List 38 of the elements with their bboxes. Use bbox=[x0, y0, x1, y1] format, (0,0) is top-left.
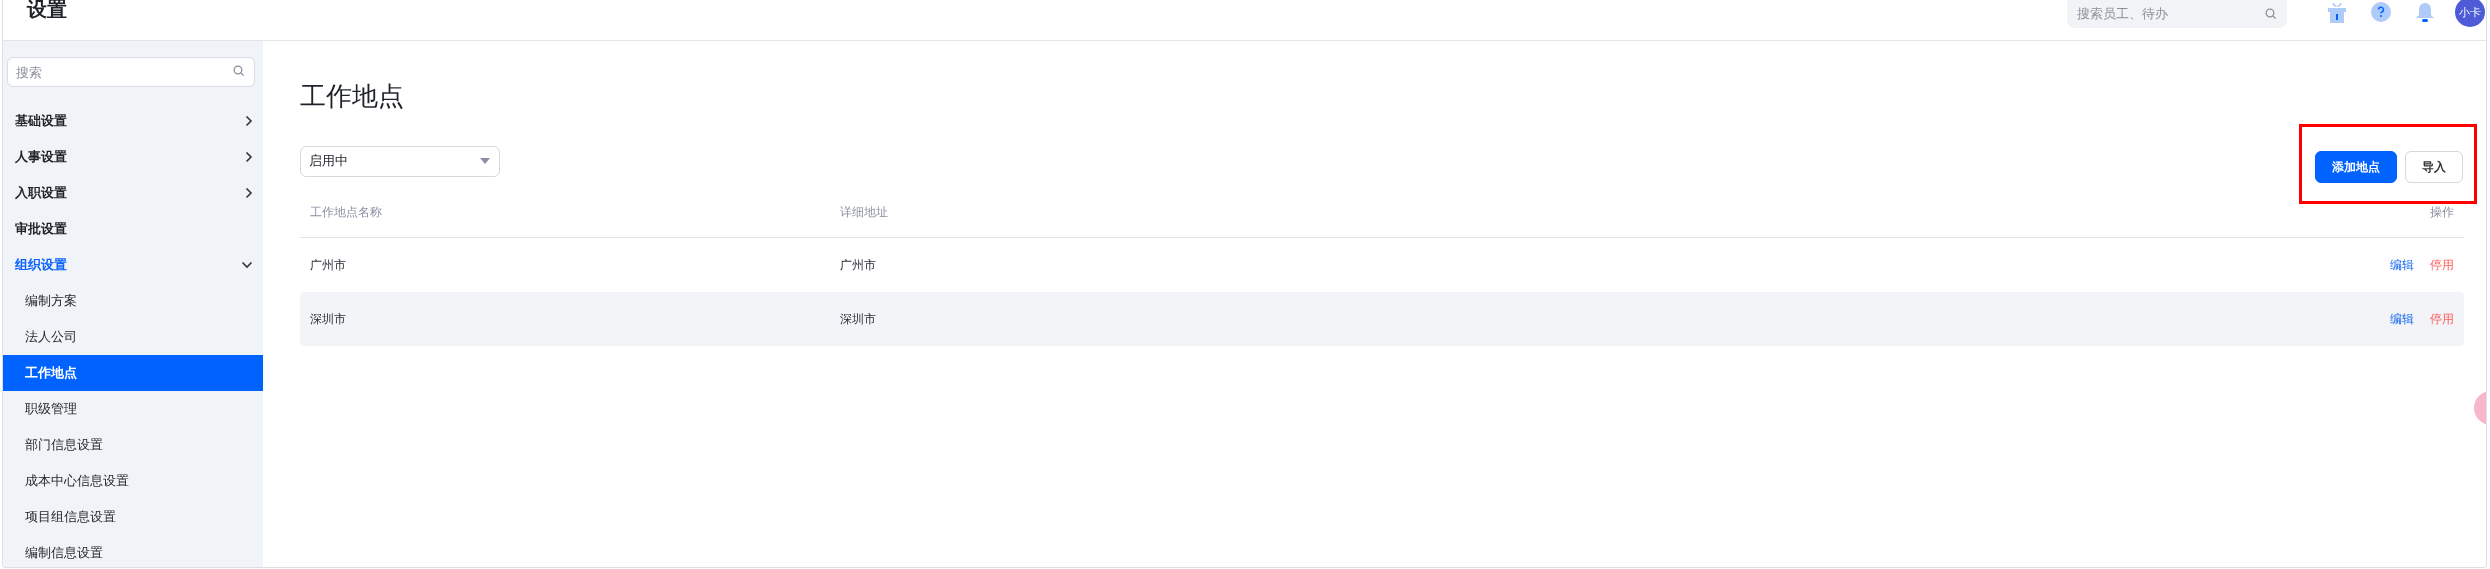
search-icon bbox=[233, 65, 245, 77]
sidebar-item[interactable]: 组织设置 bbox=[3, 247, 263, 283]
user-avatar[interactable]: 小卡 bbox=[2455, 0, 2485, 27]
sidebar-subitem[interactable]: 编制信息设置 bbox=[3, 535, 263, 567]
caret-icon bbox=[480, 158, 490, 164]
sidebar-subitem[interactable]: 法人公司 bbox=[3, 319, 263, 355]
edit-link[interactable]: 编辑 bbox=[2390, 310, 2414, 328]
sidebar-subitem[interactable]: 编制方案 bbox=[3, 283, 263, 319]
global-search-field[interactable]: 搜索员工、待办 bbox=[2067, 0, 2287, 28]
sidebar-item[interactable]: 审批设置 bbox=[3, 211, 263, 247]
sidebar-subitem[interactable]: 职级管理 bbox=[3, 391, 263, 427]
table-row[interactable]: 广州市 广州市 编辑 停用 bbox=[300, 238, 2464, 292]
search-icon bbox=[2265, 8, 2277, 20]
bell-icon[interactable] bbox=[2415, 2, 2435, 24]
import-button[interactable]: 导入 bbox=[2405, 151, 2463, 183]
sidebar-item[interactable]: 基础设置 bbox=[3, 103, 263, 139]
edit-link[interactable]: 编辑 bbox=[2390, 256, 2414, 274]
table-cell: 广州市 bbox=[310, 257, 346, 272]
sidebar-search-field[interactable]: 搜索 bbox=[7, 57, 255, 87]
sidebar-subitem[interactable]: 工作地点 bbox=[3, 355, 263, 391]
column-header: 工作地点名称 bbox=[310, 205, 382, 219]
table-row[interactable]: 深圳市 深圳市 编辑 停用 bbox=[300, 292, 2464, 346]
table-cell: 深圳市 bbox=[840, 311, 876, 326]
sidebar-item[interactable]: 入职设置 bbox=[3, 175, 263, 211]
sidebar-item[interactable]: 人事设置 bbox=[3, 139, 263, 175]
sidebar-subitem[interactable]: 成本中心信息设置 bbox=[3, 463, 263, 499]
page-header-title: 设置 bbox=[27, 0, 67, 20]
page-title: 工作地点 bbox=[300, 80, 405, 113]
sidebar-subitem[interactable]: 项目组信息设置 bbox=[3, 499, 263, 535]
status-dropdown[interactable]: 启用中 bbox=[300, 145, 500, 177]
column-header: 详细地址 bbox=[840, 205, 888, 219]
table-cell: 广州市 bbox=[840, 257, 876, 272]
column-header: 操作 bbox=[2430, 205, 2454, 219]
sidebar-subitem[interactable]: 部门信息设置 bbox=[3, 427, 263, 463]
gift-icon[interactable] bbox=[2327, 2, 2347, 24]
table-cell: 深圳市 bbox=[310, 311, 346, 326]
help-icon[interactable] bbox=[2371, 2, 2391, 22]
add-location-button[interactable]: 添加地点 bbox=[2315, 151, 2397, 183]
